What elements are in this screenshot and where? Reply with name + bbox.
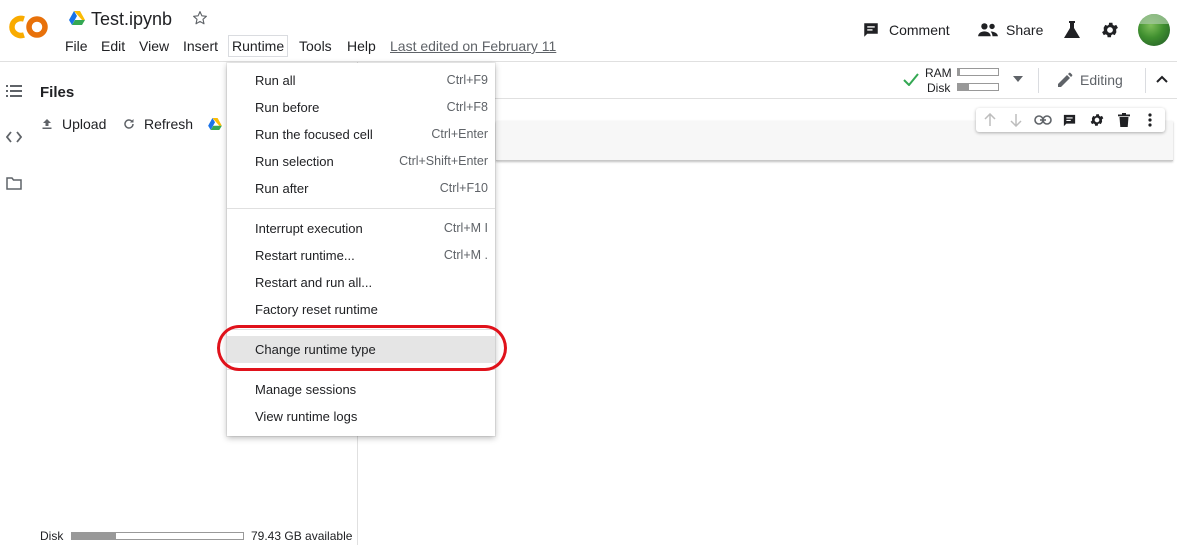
runtime-menu-item[interactable]: Run selection Ctrl+Shift+Enter: [227, 148, 495, 175]
cell-settings-icon[interactable]: [1089, 112, 1105, 128]
menu-file[interactable]: File: [62, 37, 91, 57]
last-edited-link[interactable]: Last edited on February 11: [390, 38, 556, 54]
disk-usage-bar-toolbar[interactable]: [957, 83, 999, 91]
runtime-menu-item[interactable]: Restart and run all...: [227, 269, 495, 296]
notebook-title[interactable]: Test.ipynb: [91, 9, 172, 30]
delete-icon[interactable]: [1118, 113, 1130, 127]
menu-view[interactable]: View: [136, 37, 172, 57]
folder-icon[interactable]: [6, 177, 22, 190]
gear-icon[interactable]: [1100, 20, 1120, 40]
share-button[interactable]: Share: [1006, 22, 1043, 38]
disk-available-text: 79.43 GB available: [251, 529, 353, 543]
menu-item-label: Run selection: [255, 154, 334, 169]
runtime-menu-item[interactable]: Restart runtime... Ctrl+M .: [227, 242, 495, 269]
connected-check-icon: [903, 73, 919, 86]
disk-usage-fill: [72, 533, 117, 539]
link-icon[interactable]: [1034, 114, 1052, 126]
app-header: Test.ipynb File Edit View Insert Runtime…: [0, 0, 1177, 62]
editing-mode-button[interactable]: Editing: [1080, 72, 1123, 88]
disk-usage-label: Disk: [40, 529, 64, 543]
share-people-icon[interactable]: [977, 21, 999, 39]
menu-item-shortcut: Ctrl+Enter: [431, 127, 488, 141]
runtime-menu-item[interactable]: Factory reset runtime: [227, 296, 495, 323]
ram-usage-bar[interactable]: [957, 68, 999, 76]
upload-icon[interactable]: [41, 118, 53, 130]
table-of-contents-icon[interactable]: [6, 84, 22, 98]
chevron-down-icon[interactable]: [1013, 76, 1023, 82]
disk-usage-fill-toolbar: [958, 84, 970, 90]
menu-item-label: Factory reset runtime: [255, 302, 378, 317]
cell-toolbar: [976, 108, 1165, 132]
avatar[interactable]: [1138, 14, 1170, 46]
chevron-up-icon[interactable]: [1156, 75, 1168, 83]
pencil-icon[interactable]: [1057, 72, 1073, 88]
menu-item-shortcut: Ctrl+F8: [446, 100, 488, 114]
move-cell-down-icon[interactable]: [1010, 113, 1022, 127]
menu-item-shortcut: Ctrl+F10: [439, 181, 488, 195]
menu-item-label: Interrupt execution: [255, 221, 363, 236]
menu-item-label: Run the focused cell: [255, 127, 373, 142]
menu-item-label: Restart and run all...: [255, 275, 373, 290]
more-options-icon[interactable]: [1148, 113, 1152, 127]
menu-item-shortcut: Ctrl+F9: [446, 73, 488, 87]
code-snippets-icon[interactable]: [6, 131, 22, 143]
menu-insert[interactable]: Insert: [180, 37, 221, 57]
toolbar-divider: [1038, 68, 1039, 93]
comment-icon[interactable]: [862, 21, 880, 39]
runtime-menu-item[interactable]: Run the focused cell Ctrl+Enter: [227, 121, 495, 148]
menu-item-label: Restart runtime...: [255, 248, 355, 263]
colab-logo[interactable]: [8, 12, 50, 42]
menu-help[interactable]: Help: [344, 37, 379, 57]
comment-button[interactable]: Comment: [889, 22, 950, 38]
google-drive-icon: [69, 11, 85, 25]
annotation-highlight-ring: [217, 325, 507, 371]
menu-separator: [227, 208, 495, 209]
ram-usage-fill: [958, 69, 960, 75]
add-comment-icon[interactable]: [1062, 113, 1077, 128]
menu-item-shortcut: Ctrl+M .: [443, 248, 488, 262]
refresh-icon[interactable]: [123, 118, 135, 130]
menu-edit[interactable]: Edit: [98, 37, 128, 57]
star-icon[interactable]: [191, 9, 209, 27]
files-panel-title: Files: [40, 84, 75, 101]
menu-item-label: View runtime logs: [255, 409, 358, 424]
runtime-menu-item[interactable]: Run all Ctrl+F9: [227, 67, 495, 94]
upload-button[interactable]: Upload: [62, 116, 106, 132]
menu-tools[interactable]: Tools: [296, 37, 335, 57]
runtime-menu: Run all Ctrl+F9 Run before Ctrl+F8 Run the f…: [227, 63, 495, 436]
move-cell-up-icon[interactable]: [984, 113, 996, 127]
runtime-menu-item[interactable]: Manage sessions: [227, 376, 495, 403]
menu-item-shortcut: Ctrl+M I: [443, 221, 488, 235]
toolbar-divider-2: [1145, 68, 1146, 93]
menu-runtime[interactable]: Runtime: [228, 35, 289, 57]
menu-item-label: Manage sessions: [255, 382, 357, 397]
refresh-button[interactable]: Refresh: [144, 116, 193, 132]
ram-label: RAM: [925, 66, 952, 80]
runtime-menu-item[interactable]: View runtime logs: [227, 403, 495, 430]
menu-item-label: Run after: [255, 181, 309, 196]
menu-item-label: Run all: [255, 73, 296, 88]
flask-icon[interactable]: [1063, 20, 1081, 40]
disk-usage-bar: [71, 532, 244, 540]
runtime-menu-item[interactable]: Run after Ctrl+F10: [227, 175, 495, 202]
mount-drive-icon[interactable]: [208, 118, 222, 130]
menu-item-label: Run before: [255, 100, 320, 115]
menu-item-shortcut: Ctrl+Shift+Enter: [399, 154, 488, 168]
runtime-menu-item[interactable]: Interrupt execution Ctrl+M I: [227, 215, 495, 242]
left-rail: [0, 62, 30, 545]
runtime-menu-item[interactable]: Run before Ctrl+F8: [227, 94, 495, 121]
disk-label: Disk: [927, 81, 951, 95]
